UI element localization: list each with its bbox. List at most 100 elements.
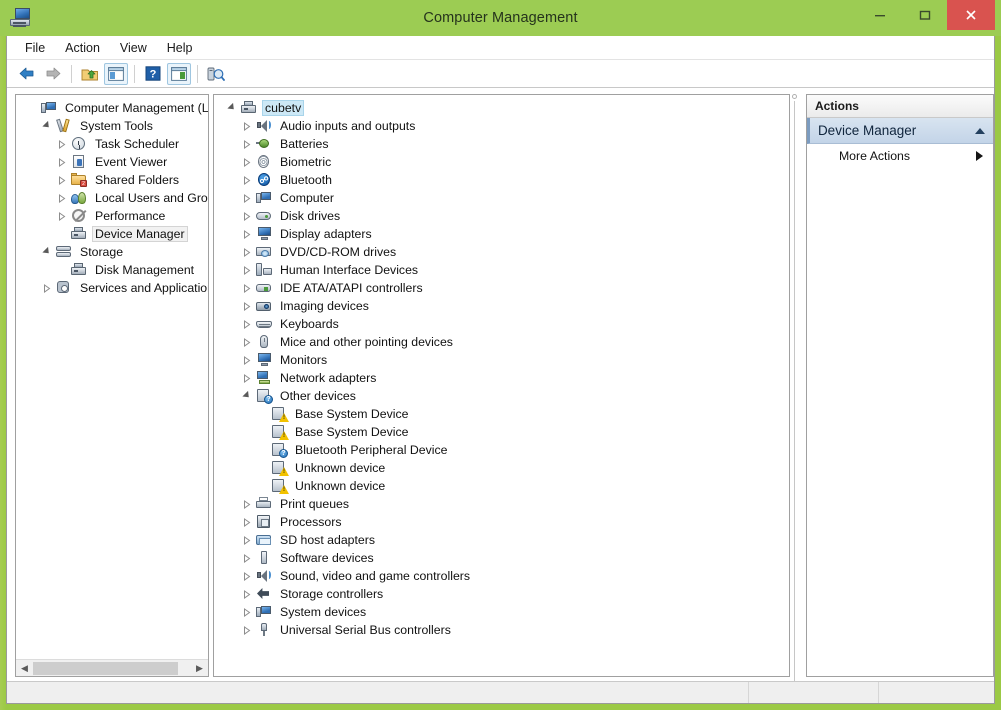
expand-arrow-closed-icon[interactable] [243,355,251,365]
help-button[interactable]: ? [141,63,165,85]
expand-arrow-closed-icon[interactable] [243,139,251,149]
expand-arrow-closed-icon[interactable] [243,301,251,311]
tree-item[interactable]: ☍ Bluetooth [216,171,789,189]
hscroll-thumb[interactable] [33,662,179,675]
expand-arrow-closed-icon[interactable] [243,121,251,131]
tree-item[interactable]: Base System Device [216,405,789,423]
expand-arrow-closed-icon[interactable] [243,373,251,383]
twisty[interactable] [239,495,255,513]
twisty[interactable] [239,153,255,171]
expand-arrow-closed-icon[interactable] [243,571,251,581]
twisty[interactable] [39,243,55,261]
menu-file[interactable]: File [15,38,55,58]
expand-arrow-closed-icon[interactable] [58,193,66,203]
menu-view[interactable]: View [110,38,157,58]
expand-arrow-closed-icon[interactable] [243,319,251,329]
twisty[interactable] [239,369,255,387]
tree-item[interactable]: Print queues [216,495,789,513]
expand-arrow-closed-icon[interactable] [243,607,251,617]
twisty[interactable] [239,297,255,315]
tree-item[interactable]: Task Scheduler [18,135,208,153]
expand-arrow-closed-icon[interactable] [58,139,66,149]
twisty[interactable] [239,603,255,621]
tree-item[interactable]: Batteries [216,135,789,153]
twisty[interactable] [239,387,255,405]
tree-item[interactable]: Network adapters [216,369,789,387]
scroll-right-arrow[interactable]: ▶ [191,660,208,676]
twisty[interactable] [239,315,255,333]
twisty[interactable] [224,99,240,117]
expand-arrow-closed-icon[interactable] [243,499,251,509]
show-hide-console-tree-button[interactable] [104,62,128,85]
expand-arrow-open-icon[interactable] [42,120,52,131]
tree-item[interactable]: Unknown device [216,459,789,477]
tree-item[interactable]: ? Bluetooth Peripheral Device [216,441,789,459]
twisty[interactable] [239,549,255,567]
twisty[interactable] [54,207,70,225]
console-tree-list[interactable]: Computer Management (Local System Tools Ta… [16,95,208,676]
twisty[interactable] [239,531,255,549]
expand-arrow-closed-icon[interactable] [243,157,251,167]
twisty[interactable] [54,189,70,207]
tree-item[interactable]: DVD/CD-ROM drives [216,243,789,261]
expand-arrow-closed-icon[interactable] [243,283,251,293]
expand-arrow-closed-icon[interactable] [243,265,251,275]
tree-item[interactable]: cubetv [216,99,789,117]
tree-item[interactable]: Unknown device [216,477,789,495]
minimize-button[interactable] [857,0,902,30]
hscroll-track[interactable] [33,660,191,676]
expand-arrow-closed-icon[interactable] [58,211,66,221]
tree-item[interactable]: Base System Device [216,423,789,441]
twisty[interactable] [239,567,255,585]
twisty[interactable] [239,225,255,243]
tree-item[interactable]: Computer Management (Local [18,99,208,117]
expand-arrow-closed-icon[interactable] [243,517,251,527]
tree-item[interactable]: Human Interface Devices [216,261,789,279]
tree-item[interactable]: 2 Shared Folders [18,171,208,189]
twisty[interactable] [239,207,255,225]
tree-item[interactable]: Storage [18,243,208,261]
twisty[interactable] [239,261,255,279]
expand-arrow-closed-icon[interactable] [243,589,251,599]
tree-item[interactable]: IDE ATA/ATAPI controllers [216,279,789,297]
tree-item[interactable]: Device Manager [18,225,208,243]
expand-arrow-closed-icon[interactable] [243,175,251,185]
twisty[interactable] [39,279,55,297]
tree-item[interactable]: Services and Applications [18,279,208,297]
tree-item[interactable]: System devices [216,603,789,621]
twisty[interactable] [239,189,255,207]
expand-arrow-closed-icon[interactable] [243,247,251,257]
twisty[interactable] [239,513,255,531]
expand-arrow-closed-icon[interactable] [243,553,251,563]
menu-help[interactable]: Help [157,38,203,58]
tree-item[interactable]: Local Users and Groups [18,189,208,207]
twisty[interactable] [54,153,70,171]
chevron-up-icon[interactable] [975,127,985,134]
tree-item[interactable]: Performance [18,207,208,225]
expand-arrow-closed-icon[interactable] [243,229,251,239]
expand-arrow-closed-icon[interactable] [43,283,51,293]
expand-arrow-open-icon[interactable] [227,102,237,113]
tree-item[interactable]: Software devices [216,549,789,567]
expand-arrow-open-icon[interactable] [242,390,252,401]
tree-item[interactable]: Universal Serial Bus controllers [216,621,789,639]
twisty[interactable] [239,243,255,261]
twisty[interactable] [39,117,55,135]
expand-arrow-closed-icon[interactable] [243,625,251,635]
tree-item[interactable]: Display adapters [216,225,789,243]
console-tree-hscrollbar[interactable]: ◀ ▶ [16,659,208,676]
tree-item[interactable]: Event Viewer [18,153,208,171]
expand-arrow-closed-icon[interactable] [243,193,251,203]
tree-item[interactable]: Processors [216,513,789,531]
tree-item[interactable]: Imaging devices [216,297,789,315]
show-hide-action-pane-button[interactable] [167,62,191,85]
expand-arrow-closed-icon[interactable] [58,157,66,167]
maximize-button[interactable] [902,0,947,30]
tree-item[interactable]: ? Other devices [216,387,789,405]
expand-arrow-closed-icon[interactable] [243,337,251,347]
tree-item[interactable]: System Tools [18,117,208,135]
twisty[interactable] [54,135,70,153]
tree-item[interactable]: Mice and other pointing devices [216,333,789,351]
tree-item[interactable]: Disk Management [18,261,208,279]
twisty[interactable] [239,333,255,351]
